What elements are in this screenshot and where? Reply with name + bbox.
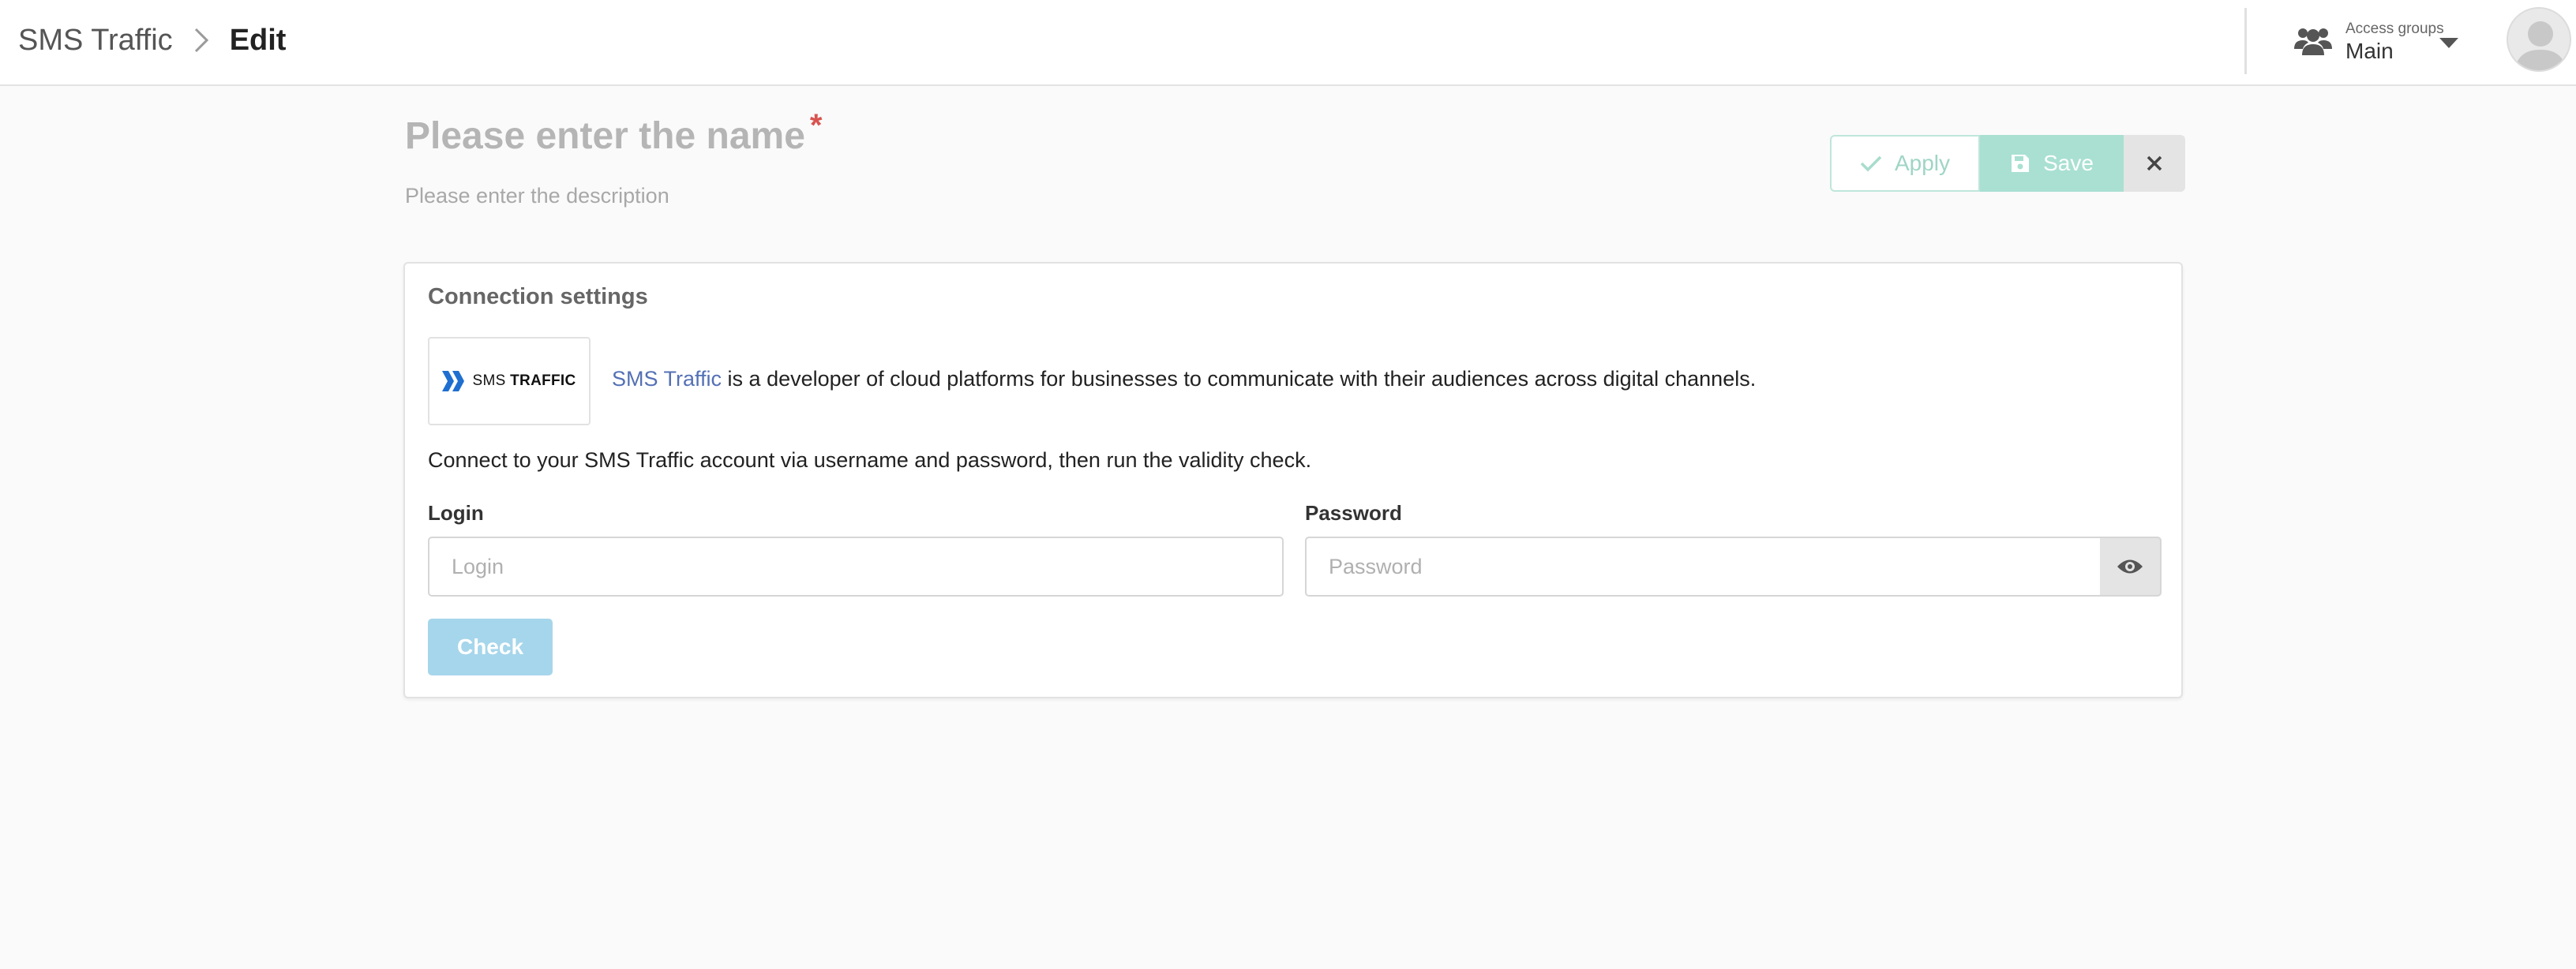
save-icon bbox=[2012, 155, 2030, 172]
sms-traffic-logo: SMS TRAFFIC bbox=[428, 337, 591, 425]
intro-description: is a developer of cloud platforms for bu… bbox=[722, 367, 1757, 391]
chevron-right-icon bbox=[193, 28, 209, 53]
apply-button[interactable]: Apply bbox=[1830, 135, 1980, 192]
access-groups-dropdown[interactable]: Access groups Main bbox=[2293, 11, 2475, 74]
eye-icon bbox=[2117, 559, 2143, 574]
login-input[interactable] bbox=[428, 537, 1284, 597]
password-input[interactable] bbox=[1305, 537, 2102, 597]
close-icon bbox=[2147, 155, 2162, 171]
required-mark: * bbox=[809, 108, 823, 143]
access-groups-value: Main bbox=[2345, 39, 2394, 63]
password-label: Password bbox=[1305, 501, 1402, 525]
connection-settings-card: Connection settings SMS TRAFFIC SMS Traf… bbox=[403, 262, 2183, 698]
users-icon bbox=[2293, 25, 2345, 61]
breadcrumb-current: Edit bbox=[229, 23, 287, 57]
sms-traffic-logo-mark bbox=[442, 371, 465, 391]
access-groups-label: Access groups bbox=[2345, 21, 2444, 37]
sms-traffic-logo-text: SMS TRAFFIC bbox=[472, 372, 576, 389]
avatar[interactable] bbox=[2507, 7, 2571, 72]
sms-traffic-link[interactable]: SMS Traffic bbox=[612, 367, 722, 391]
name-input[interactable]: Please enter the name * bbox=[405, 108, 822, 158]
save-label: Save bbox=[2043, 151, 2094, 175]
check-button[interactable]: Check bbox=[428, 619, 553, 675]
login-label: Login bbox=[428, 501, 484, 525]
connect-instructions: Connect to your SMS Traffic account via … bbox=[428, 448, 1312, 472]
description-input[interactable]: Please enter the description bbox=[405, 184, 669, 208]
breadcrumb: SMS Traffic Edit bbox=[18, 21, 286, 60]
caret-down-icon bbox=[2439, 38, 2458, 48]
apply-label: Apply bbox=[1894, 151, 1951, 175]
check-icon bbox=[1860, 155, 1882, 172]
close-button[interactable] bbox=[2124, 135, 2185, 192]
action-buttons: Apply Save bbox=[1830, 135, 2185, 192]
top-bar: SMS Traffic Edit Access groups Main bbox=[0, 0, 2576, 86]
save-button[interactable]: Save bbox=[1980, 135, 2124, 192]
name-placeholder: Please enter the name bbox=[405, 115, 805, 157]
breadcrumb-root[interactable]: SMS Traffic bbox=[18, 24, 173, 58]
header-divider bbox=[2244, 8, 2247, 74]
intro-text: SMS Traffic is a developer of cloud plat… bbox=[612, 367, 1756, 391]
section-title: Connection settings bbox=[428, 284, 648, 309]
show-password-button[interactable] bbox=[2100, 537, 2162, 597]
